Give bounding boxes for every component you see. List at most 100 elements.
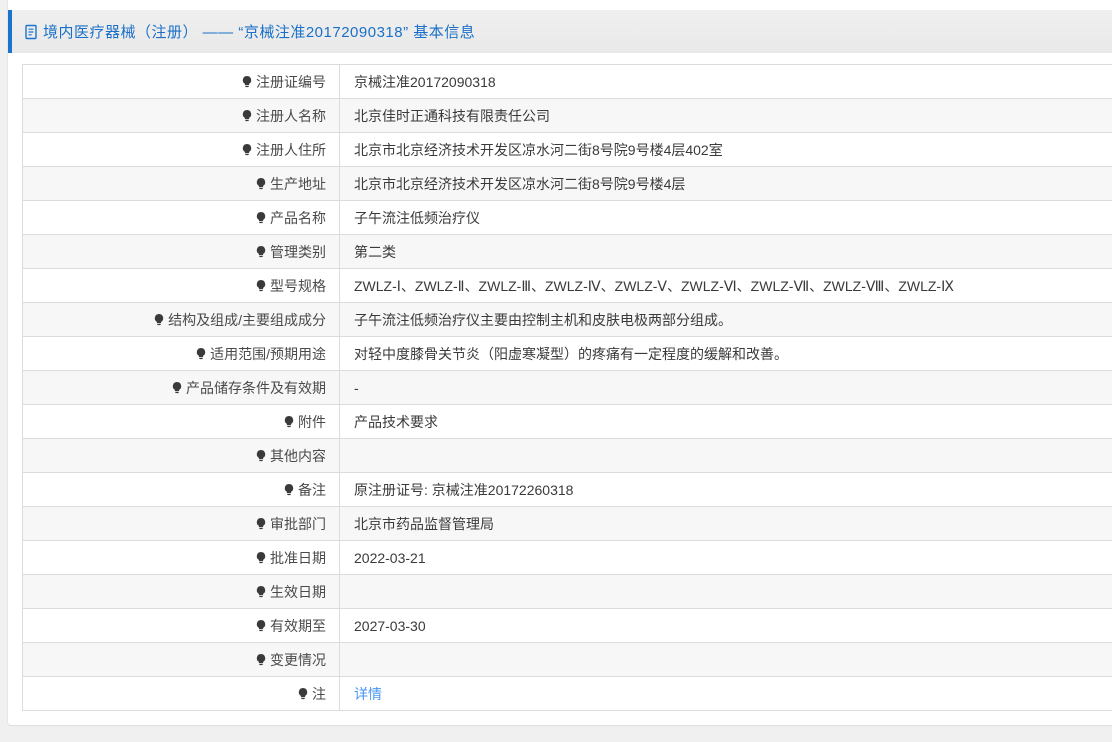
- row-label-text: 产品储存条件及有效期: [186, 379, 326, 396]
- row-label-text: 审批部门: [270, 515, 326, 532]
- page-title: 境内医疗器械（注册） —— “京械注准20172090318” 基本信息: [43, 24, 476, 41]
- row-value: 2022-03-21: [340, 541, 1112, 574]
- row-label: 批准日期: [23, 541, 340, 574]
- row-label: 生效日期: [23, 575, 340, 608]
- row-value-text: 北京市北京经济技术开发区凉水河二街8号院9号楼4层: [354, 175, 686, 192]
- row-value: 2027-03-30: [340, 609, 1112, 642]
- table-row: 生产地址 北京市北京经济技术开发区凉水河二街8号院9号楼4层: [23, 167, 1112, 201]
- row-label-text: 变更情况: [270, 651, 326, 668]
- bulb-icon: [254, 551, 268, 566]
- detail-link[interactable]: 详情: [354, 684, 382, 704]
- row-value-text: 2027-03-30: [354, 617, 426, 634]
- row-value-text: 原注册证号: 京械注准20172260318: [354, 481, 574, 498]
- row-value-text: 2022-03-21: [354, 549, 426, 566]
- row-value: 子午流注低频治疗仪: [340, 201, 1112, 234]
- bulb-icon: [282, 483, 296, 498]
- row-value: 详情: [340, 677, 1112, 710]
- bulb-icon: [254, 211, 268, 226]
- row-label-text: 附件: [298, 413, 326, 430]
- row-value-text: 对轻中度膝骨关节炎（阳虚寒凝型）的疼痛有一定程度的缓解和改善。: [354, 345, 788, 362]
- table-row: 管理类别 第二类: [23, 235, 1112, 269]
- row-value: 第二类: [340, 235, 1112, 268]
- row-label-text: 型号规格: [270, 277, 326, 294]
- row-label: 注册人名称: [23, 99, 340, 132]
- row-label-text: 管理类别: [270, 243, 326, 260]
- table-row: 适用范围/预期用途 对轻中度膝骨关节炎（阳虚寒凝型）的疼痛有一定程度的缓解和改善…: [23, 337, 1112, 371]
- row-label: 管理类别: [23, 235, 340, 268]
- title-bar: 境内医疗器械（注册） —— “京械注准20172090318” 基本信息: [8, 10, 1112, 53]
- bulb-icon: [254, 585, 268, 600]
- row-label: 审批部门: [23, 507, 340, 540]
- row-value-text: 产品技术要求: [354, 413, 438, 430]
- row-label: 产品名称: [23, 201, 340, 234]
- bulb-icon: [254, 619, 268, 634]
- row-label: 变更情况: [23, 643, 340, 676]
- row-label-text: 注册证编号: [256, 73, 326, 90]
- row-value-text: ZWLZ-Ⅰ、ZWLZ-Ⅱ、ZWLZ-Ⅲ、ZWLZ-Ⅳ、ZWLZ-Ⅴ、ZWLZ-…: [354, 277, 954, 294]
- row-label-text: 结构及组成/主要组成成分: [168, 311, 326, 328]
- row-label-text: 有效期至: [270, 617, 326, 634]
- table-row: 产品名称 子午流注低频治疗仪: [23, 201, 1112, 235]
- table-row: 注册证编号 京械注准20172090318: [23, 65, 1112, 99]
- table-row: 生效日期: [23, 575, 1112, 609]
- row-value: 原注册证号: 京械注准20172260318: [340, 473, 1112, 506]
- row-value-text: 京械注准20172090318: [354, 73, 496, 90]
- table-row: 型号规格 ZWLZ-Ⅰ、ZWLZ-Ⅱ、ZWLZ-Ⅲ、ZWLZ-Ⅳ、ZWLZ-Ⅴ、…: [23, 269, 1112, 303]
- table-row: 注 详情: [23, 677, 1112, 711]
- row-label: 注册证编号: [23, 65, 340, 98]
- table-row: 附件 产品技术要求: [23, 405, 1112, 439]
- table-row: 备注 原注册证号: 京械注准20172260318: [23, 473, 1112, 507]
- row-label: 产品储存条件及有效期: [23, 371, 340, 404]
- row-value-text: 北京市药品监督管理局: [354, 515, 494, 532]
- row-value: 产品技术要求: [340, 405, 1112, 438]
- row-value: 京械注准20172090318: [340, 65, 1112, 98]
- table-row: 注册人住所 北京市北京经济技术开发区凉水河二街8号院9号楼4层402室: [23, 133, 1112, 167]
- bulb-icon: [152, 313, 166, 328]
- bulb-icon: [170, 381, 184, 396]
- info-table: 注册证编号 京械注准20172090318 注册人名称 北京佳时正通科技有限责任…: [22, 64, 1112, 711]
- bulb-icon: [296, 687, 310, 702]
- bulb-icon: [282, 415, 296, 430]
- row-label: 备注: [23, 473, 340, 506]
- bulb-icon: [254, 517, 268, 532]
- row-label-text: 注册人名称: [256, 107, 326, 124]
- table-row: 产品储存条件及有效期 -: [23, 371, 1112, 405]
- row-value: [340, 439, 1112, 472]
- row-value: 北京市北京经济技术开发区凉水河二街8号院9号楼4层: [340, 167, 1112, 200]
- bulb-icon: [240, 143, 254, 158]
- row-label-text: 适用范围/预期用途: [210, 345, 326, 362]
- bulb-icon: [254, 245, 268, 260]
- row-label: 附件: [23, 405, 340, 438]
- table-row: 结构及组成/主要组成成分 子午流注低频治疗仪主要由控制主机和皮肤电极两部分组成。: [23, 303, 1112, 337]
- table-row: 注册人名称 北京佳时正通科技有限责任公司: [23, 99, 1112, 133]
- row-value-text: 北京佳时正通科技有限责任公司: [354, 107, 550, 124]
- bulb-icon: [254, 653, 268, 668]
- row-label-text: 生效日期: [270, 583, 326, 600]
- row-label: 生产地址: [23, 167, 340, 200]
- row-label-text: 注册人住所: [256, 141, 326, 158]
- row-label-text: 其他内容: [270, 447, 326, 464]
- row-value: 子午流注低频治疗仪主要由控制主机和皮肤电极两部分组成。: [340, 303, 1112, 336]
- row-value-text: 子午流注低频治疗仪主要由控制主机和皮肤电极两部分组成。: [354, 311, 732, 328]
- row-label: 其他内容: [23, 439, 340, 472]
- bulb-icon: [240, 109, 254, 124]
- content-card: 境内医疗器械（注册） —— “京械注准20172090318” 基本信息 注册证…: [7, 0, 1112, 726]
- row-label: 结构及组成/主要组成成分: [23, 303, 340, 336]
- bulb-icon: [254, 449, 268, 464]
- table-row: 审批部门 北京市药品监督管理局: [23, 507, 1112, 541]
- bulb-icon: [194, 347, 208, 362]
- row-label: 型号规格: [23, 269, 340, 302]
- row-value: [340, 643, 1112, 676]
- row-value-text: 子午流注低频治疗仪: [354, 209, 480, 226]
- row-label-text: 注: [312, 685, 326, 702]
- bulb-icon: [254, 279, 268, 294]
- row-value: [340, 575, 1112, 608]
- row-label: 适用范围/预期用途: [23, 337, 340, 370]
- row-value: 北京市北京经济技术开发区凉水河二街8号院9号楼4层402室: [340, 133, 1112, 166]
- row-value-text: -: [354, 379, 359, 396]
- table-row: 有效期至 2027-03-30: [23, 609, 1112, 643]
- row-label-text: 产品名称: [270, 209, 326, 226]
- row-label-text: 批准日期: [270, 549, 326, 566]
- row-label-text: 备注: [298, 481, 326, 498]
- bulb-icon: [254, 177, 268, 192]
